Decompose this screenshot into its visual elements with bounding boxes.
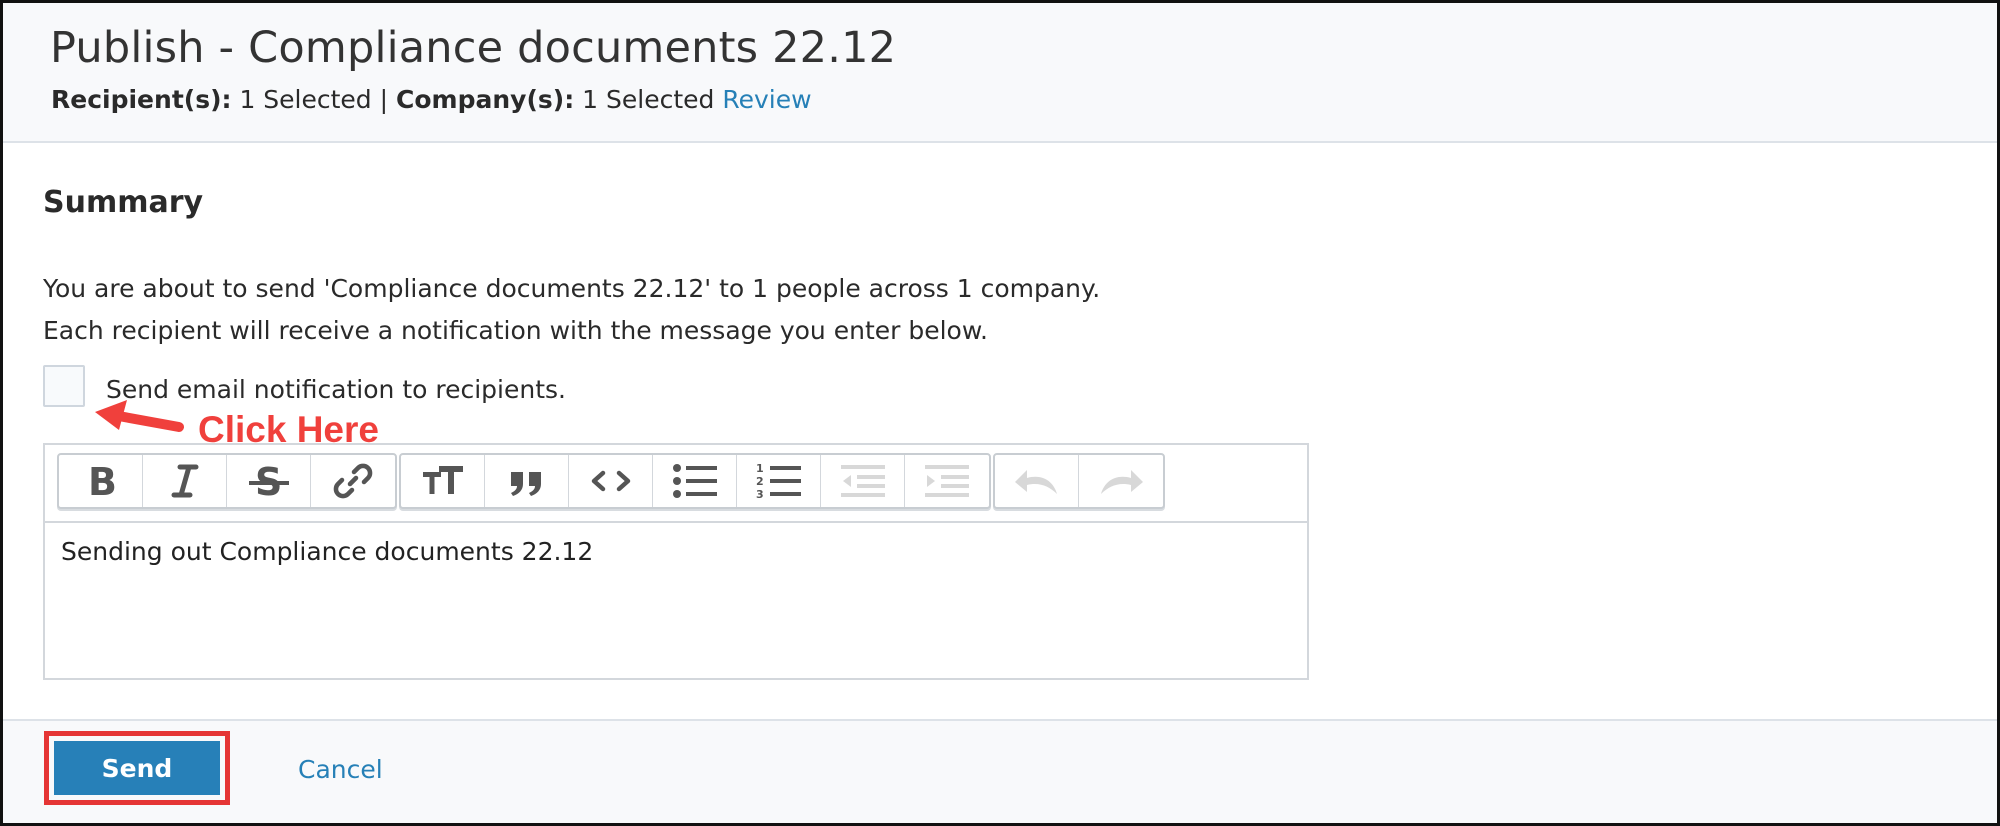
- svg-text:1: 1: [756, 462, 764, 475]
- summary-line-2: Each recipient will receive a notificati…: [43, 316, 988, 345]
- toolbar-group-blocks: 123: [399, 453, 991, 509]
- italic-button[interactable]: [143, 455, 227, 507]
- summary-description: You are about to send 'Compliance docume…: [43, 268, 1100, 352]
- svg-text:B: B: [88, 462, 117, 500]
- toolbar-group-history: [993, 453, 1165, 509]
- editor-toolbar: B S: [45, 445, 1307, 523]
- dialog-footer: Send Cancel: [3, 719, 1997, 823]
- send-button-highlight: Send: [44, 731, 230, 805]
- page-title: Publish - Compliance documents 22.12: [50, 23, 897, 73]
- heading-icon: [422, 466, 463, 494]
- send-button[interactable]: Send: [54, 741, 220, 795]
- toolbar-group-format: B S: [57, 453, 397, 509]
- redo-icon: [1101, 470, 1143, 494]
- svg-text:3: 3: [756, 488, 764, 501]
- heading-button[interactable]: [401, 455, 485, 507]
- link-icon: [333, 463, 373, 499]
- cancel-link[interactable]: Cancel: [298, 755, 383, 784]
- quote-icon: [510, 472, 541, 496]
- message-input[interactable]: Sending out Compliance documents 22.12: [45, 523, 1307, 678]
- code-icon: [591, 470, 630, 492]
- decrease-indent-icon: [840, 465, 885, 497]
- italic-icon: [171, 464, 198, 498]
- increase-indent-icon: [925, 465, 969, 497]
- bullet-list-icon: [672, 464, 717, 498]
- bold-icon: B: [88, 462, 117, 500]
- bullet-list-button[interactable]: [653, 455, 737, 507]
- undo-button[interactable]: [995, 455, 1079, 507]
- companies-count: 1 Selected: [582, 85, 715, 114]
- recipients-count: 1 Selected: [239, 85, 372, 114]
- bold-button[interactable]: B: [59, 455, 143, 507]
- recipients-label: Recipient(s):: [51, 85, 232, 114]
- review-link[interactable]: Review: [722, 85, 811, 114]
- undo-icon: [1014, 470, 1057, 494]
- numbered-list-button[interactable]: 123: [737, 455, 821, 507]
- code-button[interactable]: [569, 455, 653, 507]
- quote-button[interactable]: [485, 455, 569, 507]
- numbered-list-icon: 123: [756, 462, 801, 501]
- strikethrough-icon: S: [248, 462, 289, 500]
- message-editor: B S: [43, 443, 1309, 680]
- dialog-header: Publish - Compliance documents 22.12 Rec…: [3, 3, 1997, 143]
- selection-summary: Recipient(s): 1 Selected | Company(s): 1…: [51, 85, 812, 114]
- summary-line-1: You are about to send 'Compliance docume…: [43, 274, 1101, 303]
- summary-heading: Summary: [43, 185, 204, 220]
- redo-button[interactable]: [1079, 455, 1163, 507]
- decrease-indent-button[interactable]: [821, 455, 905, 507]
- link-button[interactable]: [311, 455, 395, 507]
- meta-separator: |: [379, 85, 389, 114]
- publish-dialog: Publish - Compliance documents 22.12 Rec…: [0, 0, 2000, 826]
- annotation-arrow-icon: [95, 400, 184, 432]
- strikethrough-button[interactable]: S: [227, 455, 311, 507]
- companies-label: Company(s):: [396, 85, 575, 114]
- email-notification-checkbox[interactable]: [43, 365, 85, 407]
- increase-indent-button[interactable]: [905, 455, 989, 507]
- svg-text:2: 2: [756, 475, 764, 488]
